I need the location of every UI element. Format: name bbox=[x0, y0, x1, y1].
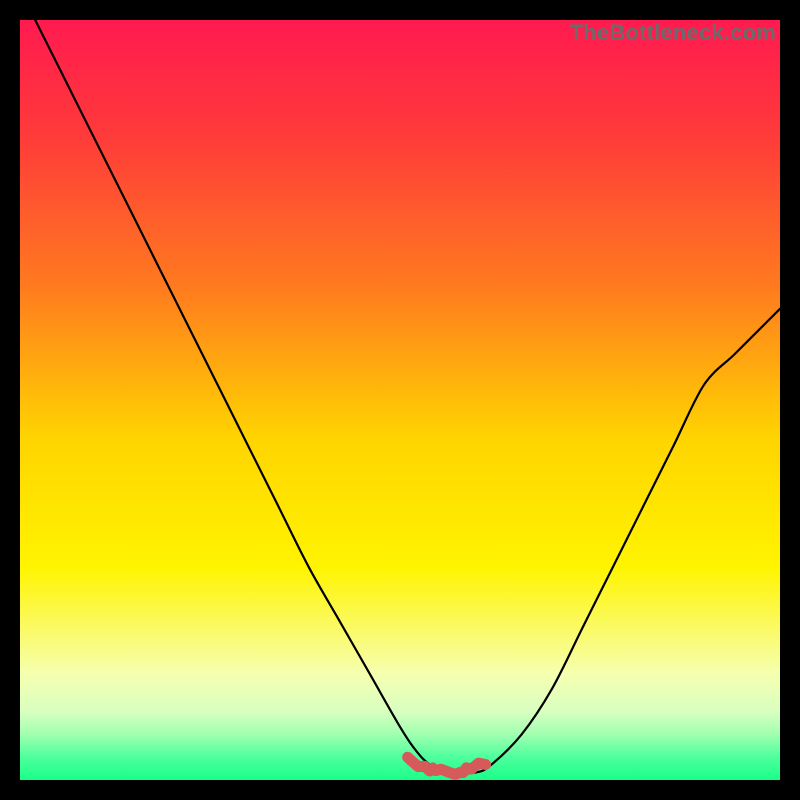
curve-layer bbox=[20, 20, 780, 780]
bottleneck-curve bbox=[35, 20, 780, 773]
optimal-range-marker bbox=[408, 757, 486, 774]
watermark-text: TheBottleneck.com bbox=[570, 20, 776, 46]
plot-area: TheBottleneck.com bbox=[20, 20, 780, 780]
chart-frame: TheBottleneck.com bbox=[0, 0, 800, 800]
